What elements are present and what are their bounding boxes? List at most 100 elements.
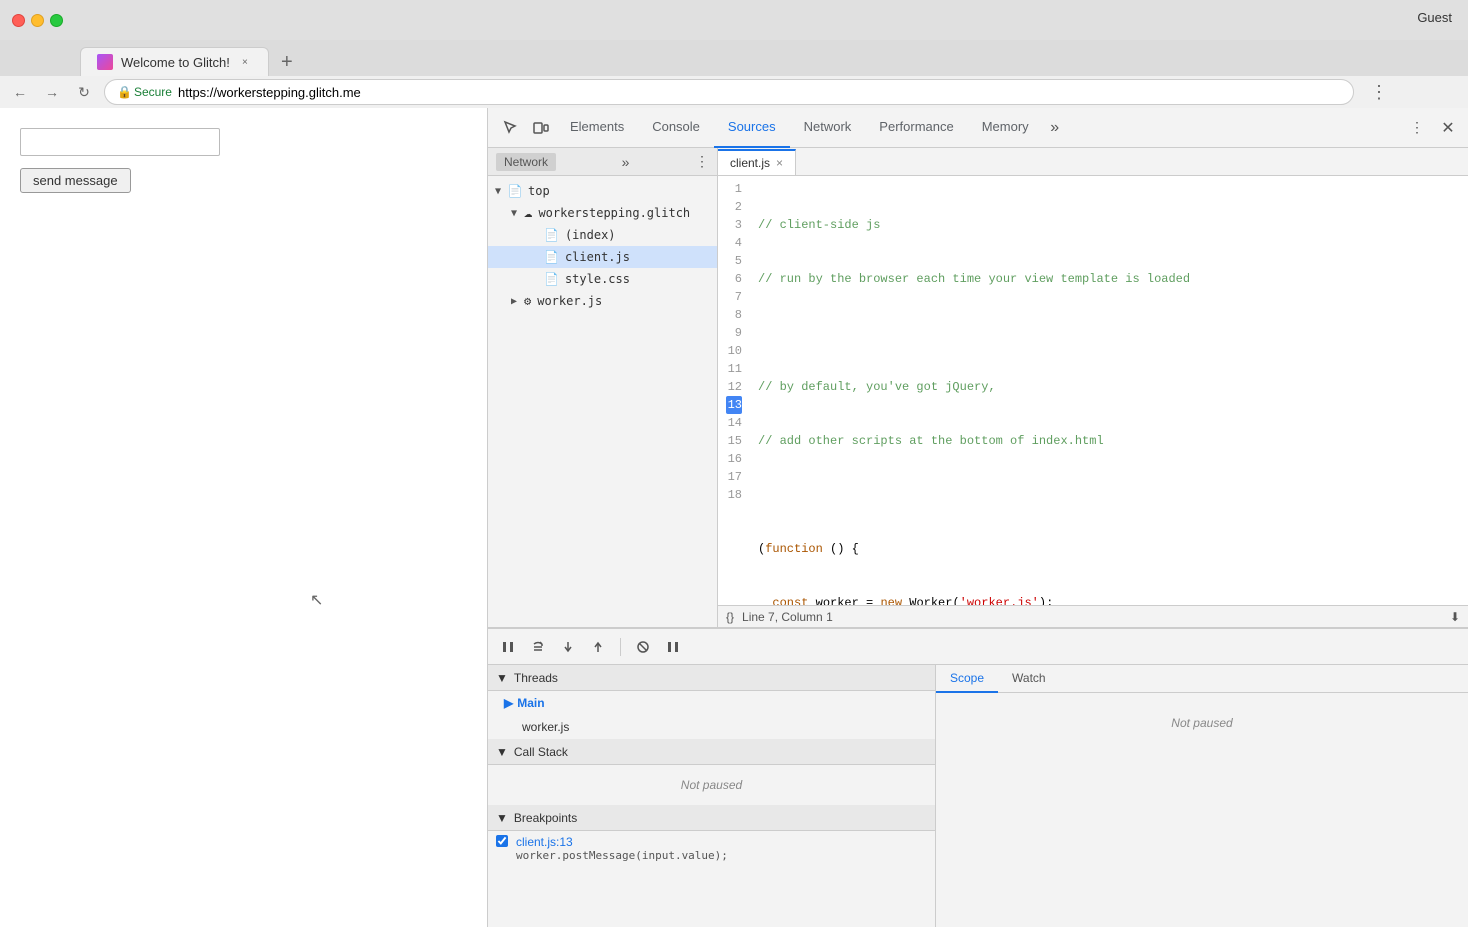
tab-favicon (97, 54, 113, 70)
breakpoint-item[interactable]: client.js:13 worker.postMessage(input.va… (488, 831, 935, 866)
breakpoint-location: client.js:13 (516, 835, 728, 849)
code-editor[interactable]: 1 2 3 4 5 6 7 8 9 10 11 12 13 14 (718, 176, 1468, 605)
editor-tab-close[interactable]: × (776, 156, 783, 170)
debug-separator (620, 638, 621, 656)
pause-on-exceptions-button[interactable] (661, 635, 685, 659)
cloud-icon: ☁ (524, 205, 532, 221)
maximize-button[interactable] (50, 14, 63, 27)
tree-arrow-host: ▼ (508, 208, 520, 219)
devtools-panel: Elements Console Sources Network Perform… (487, 108, 1468, 927)
message-input[interactable] (20, 128, 220, 156)
call-stack-header[interactable]: ▼ Call Stack (488, 739, 935, 765)
secure-text: Secure (134, 85, 172, 99)
devtools-toolbar: Elements Console Sources Network Perform… (488, 108, 1468, 148)
network-panel-tab[interactable]: Network (496, 153, 556, 171)
code-line-7: (function () { (758, 540, 1460, 558)
more-tabs-button[interactable]: » (1043, 116, 1067, 140)
tree-item-host[interactable]: ▼ ☁ workerstepping.glitch (488, 202, 717, 224)
new-tab-button[interactable]: + (273, 48, 301, 76)
address-bar[interactable]: 🔒 Secure https://workerstepping.glitch.m… (104, 79, 1354, 105)
lock-icon: 🔒 (117, 85, 132, 99)
status-expand-button[interactable]: ⬇ (1450, 610, 1460, 624)
devtools-settings-button[interactable]: ⋮ (1402, 113, 1432, 143)
browser-more-button[interactable]: ⋮ (1370, 82, 1388, 103)
code-line-6 (758, 486, 1460, 504)
status-curly-brace: {} (726, 610, 734, 624)
file-tree: ▼ 📄 top ▼ ☁ workerstepping.glitch 📄 (488, 176, 717, 627)
forward-button[interactable]: → (40, 80, 64, 104)
tab-sources[interactable]: Sources (714, 108, 790, 148)
scope-watch-tabs: Scope Watch (936, 665, 1468, 693)
breakpoints-section: ▼ Breakpoints client.js:13 worker.postMe… (488, 805, 935, 866)
breakpoints-arrow: ▼ (496, 811, 508, 825)
js-file-icon: 📄 (544, 250, 559, 264)
step-over-button[interactable] (526, 635, 550, 659)
tab-console[interactable]: Console (638, 108, 714, 148)
tree-arrow-worker: ▶ (508, 296, 520, 307)
thread-main[interactable]: ▶ Main (488, 691, 935, 715)
left-panel-toolbar: Network » ⋮ (488, 148, 717, 176)
secure-badge: 🔒 Secure (117, 85, 172, 99)
code-lines: // client-side js // run by the browser … (750, 176, 1468, 605)
device-toolbar-icon[interactable] (526, 113, 556, 143)
breakpoint-info: client.js:13 worker.postMessage(input.va… (516, 835, 728, 862)
tree-item-worker[interactable]: ▶ ⚙ worker.js (488, 290, 717, 312)
panel-more-button[interactable]: » (622, 154, 630, 170)
html-file-icon: 📄 (544, 228, 559, 242)
call-stack-label: Call Stack (514, 745, 568, 759)
code-line-3 (758, 324, 1460, 342)
guest-label: Guest (1417, 10, 1452, 25)
tab-memory[interactable]: Memory (968, 108, 1043, 148)
element-selector-icon[interactable] (496, 113, 526, 143)
editor-tab-client[interactable]: client.js × (718, 149, 796, 175)
step-into-button[interactable] (556, 635, 580, 659)
debug-toolbar (488, 629, 1468, 665)
tree-item-index[interactable]: 📄 (index) (488, 224, 717, 246)
cursor-indicator: ↖ (310, 590, 323, 610)
tab-close-button[interactable]: × (238, 55, 252, 69)
tree-item-client[interactable]: 📄 client.js (488, 246, 717, 268)
code-line-1: // client-side js (758, 216, 1460, 234)
watch-tab[interactable]: Watch (998, 665, 1060, 693)
thread-main-label: Main (517, 696, 544, 710)
panel-options-button[interactable]: ⋮ (695, 153, 709, 170)
tab-performance[interactable]: Performance (865, 108, 967, 148)
reload-button[interactable]: ↻ (72, 80, 96, 104)
thread-worker[interactable]: worker.js (488, 715, 935, 739)
tree-item-top[interactable]: ▼ 📄 top (488, 180, 717, 202)
sources-left-panel: Network » ⋮ ▼ 📄 top ▼ ☁ workerstep (488, 148, 718, 627)
scope-not-paused: Not paused (1171, 716, 1232, 730)
editor-tab-bar: client.js × (718, 148, 1468, 176)
tree-item-style[interactable]: 📄 style.css (488, 268, 717, 290)
css-file-icon: 📄 (544, 272, 559, 286)
tab-network[interactable]: Network (790, 108, 866, 148)
tree-arrow-top: ▼ (492, 186, 504, 197)
scope-tab[interactable]: Scope (936, 665, 998, 693)
call-stack-not-paused: Not paused (488, 765, 935, 805)
tree-label-style: style.css (565, 272, 630, 286)
editor-status-bar: {} Line 7, Column 1 ⬇ (718, 605, 1468, 627)
send-message-button[interactable]: send message (20, 168, 131, 193)
back-button[interactable]: ← (8, 80, 32, 104)
tab-title: Welcome to Glitch! (121, 55, 230, 70)
editor-tab-filename: client.js (730, 156, 770, 170)
threads-arrow: ▼ (496, 671, 508, 685)
breakpoints-header[interactable]: ▼ Breakpoints (488, 805, 935, 831)
debug-right-panel: Scope Watch Not paused (936, 665, 1468, 927)
thread-worker-label: worker.js (522, 720, 569, 734)
pause-resume-button[interactable] (496, 635, 520, 659)
browser-tab[interactable]: Welcome to Glitch! × (80, 47, 269, 76)
tree-label-index: (index) (565, 228, 616, 242)
tab-elements[interactable]: Elements (556, 108, 638, 148)
line-numbers: 1 2 3 4 5 6 7 8 9 10 11 12 13 14 (718, 176, 750, 605)
threads-header[interactable]: ▼ Threads (488, 665, 935, 691)
threads-label: Threads (514, 671, 558, 685)
close-button[interactable] (12, 14, 25, 27)
worker-icon: ⚙ (524, 294, 531, 308)
breakpoint-checkbox[interactable] (496, 835, 508, 847)
devtools-close-button[interactable]: ✕ (1436, 116, 1460, 140)
step-out-button[interactable] (586, 635, 610, 659)
minimize-button[interactable] (31, 14, 44, 27)
deactivate-breakpoints-button[interactable] (631, 635, 655, 659)
thread-arrow-icon: ▶ (504, 696, 513, 710)
